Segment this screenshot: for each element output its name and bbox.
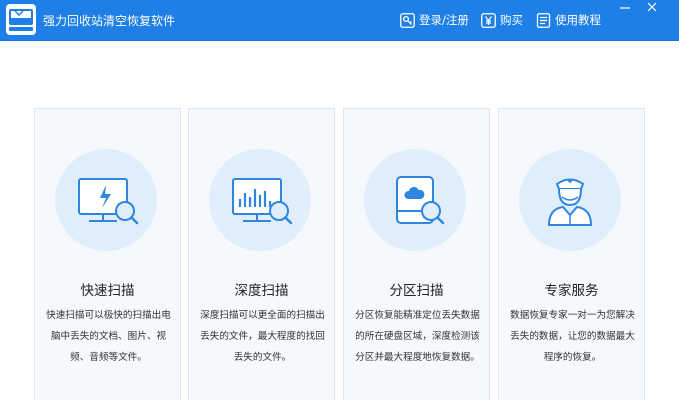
partition-scan-title: 分区扫描	[389, 283, 444, 299]
deep-scan-description: 深度扫描可以更全面的扫描出丢失的文件，最大程度的找回丢失的文件。	[200, 310, 325, 363]
key-icon	[400, 12, 415, 28]
expert-service-description: 数据恢复专家一对一为您解决丢失的数据，让您的数据最大程序的恢复。	[510, 310, 635, 363]
monitor-lightning-search-icon	[78, 178, 139, 225]
app-title: 强力回收站清空恢复软件	[43, 14, 176, 28]
close-icon	[647, 2, 657, 12]
deep-scan-title: 深度扫描	[234, 283, 289, 299]
monitor-chart-search-icon	[232, 178, 293, 225]
expert-service-card[interactable]: 专家服务 数据恢复专家一对一为您解决丢失的数据，让您的数据最大程序的恢复。	[498, 108, 645, 400]
quick-scan-card[interactable]: 快速扫描 快速扫描可以极快的扫描出电脑中丢失的文档、图片、视频、音频等文件。	[34, 108, 181, 400]
quick-scan-title: 快速扫描	[80, 283, 135, 299]
buy-link[interactable]: 购买	[481, 11, 523, 29]
close-button[interactable]	[641, 0, 663, 16]
title-bar-divider	[0, 40, 679, 41]
tutorial-link[interactable]: 使用教程	[536, 11, 601, 29]
deep-scan-icon-circle	[209, 149, 311, 251]
expert-service-title: 专家服务	[544, 283, 599, 299]
app-logo-icon	[6, 4, 36, 35]
title-bar: 强力回收站清空恢复软件 登录/注册 购买 使用教程	[0, 0, 679, 40]
doctor-icon	[547, 178, 593, 226]
tutorial-label: 使用教程	[555, 13, 601, 27]
deep-scan-card[interactable]: 深度扫描 深度扫描可以更全面的扫描出丢失的文件，最大程度的找回丢失的文件。	[188, 108, 335, 400]
document-icon	[536, 12, 551, 28]
login-register-link[interactable]: 登录/注册	[400, 11, 469, 29]
disk-cloud-search-icon	[396, 176, 445, 225]
minimize-button[interactable]	[614, 0, 636, 16]
partition-scan-description: 分区恢复能精准定位丢失数据的所在硬盘区域，深度检测该分区并最大程度地恢复数据。	[355, 310, 480, 363]
quick-scan-description: 快速扫描可以极快的扫描出电脑中丢失的文档、图片、视频、音频等文件。	[46, 310, 171, 363]
quick-scan-icon-circle	[55, 149, 157, 251]
login-register-label: 登录/注册	[419, 13, 469, 27]
partition-scan-card[interactable]: 分区扫描 分区恢复能精准定位丢失数据的所在硬盘区域，深度检测该分区并最大程度地恢…	[343, 108, 490, 400]
buy-label: 购买	[500, 13, 523, 27]
partition-scan-icon-circle	[364, 149, 466, 251]
yen-icon	[481, 12, 496, 28]
minimize-icon	[620, 7, 630, 9]
expert-service-icon-circle	[519, 149, 621, 251]
